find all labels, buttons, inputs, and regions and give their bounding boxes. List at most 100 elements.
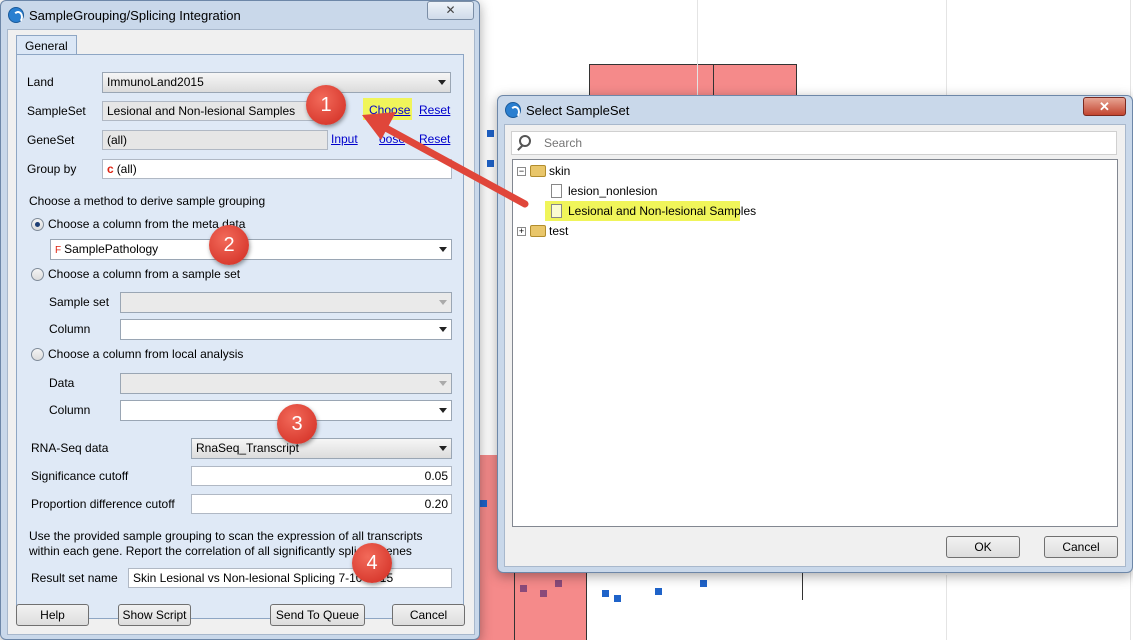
close-icon: ✕ bbox=[445, 3, 456, 17]
sampleset-tree[interactable]: − skin lesion_nonlesion Lesional and Non-… bbox=[512, 159, 1118, 527]
column-type-icon: F bbox=[55, 245, 62, 256]
rnaseq-value: RnaSeq_Transcript bbox=[196, 441, 299, 455]
plot-gridline bbox=[697, 0, 698, 96]
groupby-value: (all) bbox=[116, 162, 137, 176]
document-icon bbox=[551, 184, 562, 198]
plot-divider bbox=[802, 570, 803, 600]
help-button[interactable]: Help bbox=[16, 604, 89, 626]
land-value: ImmunoLand2015 bbox=[107, 75, 204, 89]
select-cancel-button[interactable]: Cancel bbox=[1044, 536, 1118, 558]
radio-local-analysis[interactable] bbox=[31, 348, 44, 361]
plot-gridline bbox=[946, 575, 947, 640]
select-dialog-title: Select SampleSet bbox=[526, 103, 630, 118]
significance-label: Significance cutoff bbox=[31, 469, 129, 483]
land-select[interactable]: ImmunoLand2015 bbox=[102, 72, 451, 93]
plot-point bbox=[487, 160, 494, 167]
collapse-icon[interactable]: − bbox=[517, 167, 526, 176]
plot-point bbox=[480, 500, 487, 507]
result-name-input[interactable]: Skin Lesional vs Non-lesional Splicing 7… bbox=[128, 568, 452, 588]
sample-set-column-select[interactable] bbox=[120, 319, 452, 340]
main-dialog-body: General Land ImmunoLand2015 SampleSet Le… bbox=[7, 29, 475, 635]
tree-item-lesion-nonlesion[interactable]: lesion_nonlesion bbox=[551, 184, 657, 198]
show-script-button[interactable]: Show Script bbox=[118, 604, 191, 626]
tree-item-label: Lesional and Non-lesional Samples bbox=[568, 204, 757, 218]
proportion-input[interactable]: 0.20 bbox=[191, 494, 452, 514]
chevron-down-icon bbox=[438, 80, 446, 85]
sample-set-label: Sample set bbox=[49, 295, 110, 309]
send-to-queue-button[interactable]: Send To Queue bbox=[270, 604, 365, 626]
geneset-input-link[interactable]: Input bbox=[331, 132, 358, 146]
method-heading: Choose a method to derive sample groupin… bbox=[29, 194, 266, 208]
plot-point bbox=[487, 130, 494, 137]
main-dialog-close-button[interactable]: ✕ bbox=[427, 1, 474, 20]
radio-sample-set-label: Choose a column from a sample set bbox=[48, 267, 241, 281]
expand-icon[interactable]: + bbox=[517, 227, 526, 236]
land-label: Land bbox=[27, 75, 54, 89]
plot-point bbox=[614, 595, 621, 602]
radio-meta-data[interactable] bbox=[31, 218, 44, 231]
sampleset-label: SampleSet bbox=[27, 104, 86, 118]
ok-button[interactable]: OK bbox=[946, 536, 1020, 558]
step-badge-1: 1 bbox=[306, 85, 346, 125]
sample-set-select[interactable] bbox=[120, 292, 452, 313]
plot-point bbox=[520, 585, 527, 592]
result-name-label: Result set name bbox=[31, 571, 118, 585]
sampleset-reset-link[interactable]: Reset bbox=[419, 103, 450, 117]
step-badge-4: 4 bbox=[352, 543, 392, 583]
chevron-down-icon bbox=[439, 300, 447, 305]
rnaseq-select[interactable]: RnaSeq_Transcript bbox=[191, 438, 452, 459]
close-icon: ✕ bbox=[1099, 99, 1110, 114]
folder-open-icon bbox=[530, 165, 546, 177]
chevron-down-icon bbox=[439, 247, 447, 252]
search-bar bbox=[511, 131, 1117, 155]
proportion-label: Proportion difference cutoff bbox=[31, 497, 175, 511]
select-dialog-titlebar: Select SampleSet ✕ bbox=[498, 96, 1132, 124]
app-logo-icon bbox=[8, 7, 24, 23]
geneset-label: GeneSet bbox=[27, 133, 75, 147]
sampleset-choose-link[interactable]: Choose bbox=[369, 103, 410, 117]
significance-input[interactable]: 0.05 bbox=[191, 466, 452, 486]
plot-point bbox=[540, 590, 547, 597]
select-dialog-body: − skin lesion_nonlesion Lesional and Non-… bbox=[504, 124, 1126, 567]
step-badge-2: 2 bbox=[209, 225, 249, 265]
select-dialog-close-button[interactable]: ✕ bbox=[1083, 97, 1126, 116]
search-icon-handle bbox=[517, 145, 523, 151]
main-dialog-title: SampleGrouping/Splicing Integration bbox=[29, 8, 241, 23]
plot-point bbox=[602, 590, 609, 597]
rnaseq-label: RNA-Seq data bbox=[31, 441, 109, 455]
tree-folder-skin[interactable]: − skin bbox=[517, 164, 570, 178]
folder-icon bbox=[530, 225, 546, 237]
step-badge-3: 3 bbox=[277, 404, 317, 444]
column-label-2: Column bbox=[49, 403, 91, 417]
chevron-down-icon bbox=[439, 381, 447, 386]
general-panel: Land ImmunoLand2015 SampleSet Lesional a… bbox=[16, 54, 464, 619]
geneset-choose-link[interactable]: oose bbox=[379, 132, 405, 146]
column-label: Column bbox=[49, 322, 91, 336]
tree-item-lesional-samples[interactable]: Lesional and Non-lesional Samples bbox=[551, 204, 756, 218]
plot-point bbox=[700, 580, 707, 587]
main-dialog-titlebar: SampleGrouping/Splicing Integration ✕ bbox=[1, 1, 479, 29]
groupby-label: Group by bbox=[27, 162, 77, 176]
cancel-button[interactable]: Cancel bbox=[392, 604, 465, 626]
chevron-down-icon bbox=[439, 327, 447, 332]
meta-column-select[interactable]: F SamplePathology bbox=[50, 239, 452, 260]
document-icon bbox=[551, 204, 562, 218]
plot-gridline bbox=[946, 0, 947, 96]
meta-column-value: SamplePathology bbox=[64, 242, 159, 256]
tree-folder-test[interactable]: + test bbox=[517, 224, 568, 238]
tree-folder-test-label: test bbox=[549, 224, 569, 238]
geneset-field: (all) bbox=[102, 130, 328, 150]
local-data-select[interactable] bbox=[120, 373, 452, 394]
geneset-reset-link[interactable]: Reset bbox=[419, 132, 450, 146]
search-input[interactable] bbox=[542, 134, 1102, 152]
tree-item-label: lesion_nonlesion bbox=[568, 184, 658, 198]
select-sampleset-dialog: Select SampleSet ✕ − skin lesion_nonlesio… bbox=[497, 95, 1133, 573]
app-logo-icon bbox=[505, 102, 521, 118]
tab-general[interactable]: General bbox=[16, 35, 77, 56]
plot-point bbox=[655, 588, 662, 595]
column-type-icon: c bbox=[107, 162, 114, 176]
grouping-splicing-dialog: SampleGrouping/Splicing Integration ✕ Ge… bbox=[0, 0, 480, 640]
groupby-field[interactable]: c (all) bbox=[102, 159, 452, 179]
radio-sample-set[interactable] bbox=[31, 268, 44, 281]
sampleset-field: Lesional and Non-lesional Samples bbox=[102, 101, 328, 121]
